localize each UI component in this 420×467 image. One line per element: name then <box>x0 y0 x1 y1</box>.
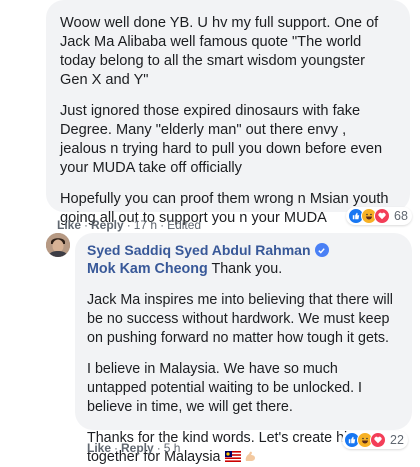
verified-badge-icon <box>314 243 329 257</box>
reply-text: Jack Ma inspires me into believing that … <box>87 292 393 346</box>
love-icon <box>370 432 386 448</box>
author-name[interactable]: Syed Saddiq Syed Abdul Rahman <box>87 242 311 258</box>
reply-button[interactable]: Reply <box>91 218 124 232</box>
love-icon <box>374 208 390 224</box>
reply-first-line: Mok Kam Cheong Thank you. <box>87 260 400 279</box>
reaction-summary[interactable]: 22 <box>342 431 408 449</box>
comment-actions: Like · Reply · 17 h · Edited <box>57 218 201 232</box>
separator: · <box>114 441 119 455</box>
reply-button[interactable]: Reply <box>121 441 154 455</box>
mention-link[interactable]: Mok Kam Cheong <box>87 261 208 277</box>
comment-text: Woow well done YB. U hv my full support.… <box>60 15 379 88</box>
separator: · <box>156 441 161 455</box>
like-button[interactable]: Like <box>87 441 111 455</box>
like-button[interactable]: Like <box>57 218 81 232</box>
edited-label[interactable]: Edited <box>167 218 201 232</box>
separator: · <box>126 218 131 232</box>
reaction-count: 22 <box>390 433 404 447</box>
reply-bubble: Syed Saddiq Syed Abdul Rahman Mok Kam Ch… <box>75 233 412 465</box>
reply-actions: Like · Reply · 5 h <box>87 441 180 455</box>
timestamp[interactable]: 5 h <box>164 441 181 455</box>
comment-text: Just ignored those expired dinosaurs wit… <box>60 103 383 176</box>
timestamp[interactable]: 17 h <box>134 218 157 232</box>
reply-text: Thank you. <box>207 261 283 277</box>
flexed-biceps-icon <box>244 450 256 464</box>
malaysia-flag-icon <box>224 450 241 464</box>
reply-text: I believe in Malaysia. We have so much u… <box>87 361 363 415</box>
author-row: Syed Saddiq Syed Abdul Rahman <box>87 242 400 258</box>
comment-bubble: Woow well done YB. U hv my full support.… <box>46 0 410 226</box>
separator: · <box>84 218 89 232</box>
avatar[interactable] <box>46 233 70 257</box>
separator: · <box>160 218 165 232</box>
reaction-count: 68 <box>394 209 408 223</box>
reaction-summary[interactable]: 68 <box>346 207 412 225</box>
